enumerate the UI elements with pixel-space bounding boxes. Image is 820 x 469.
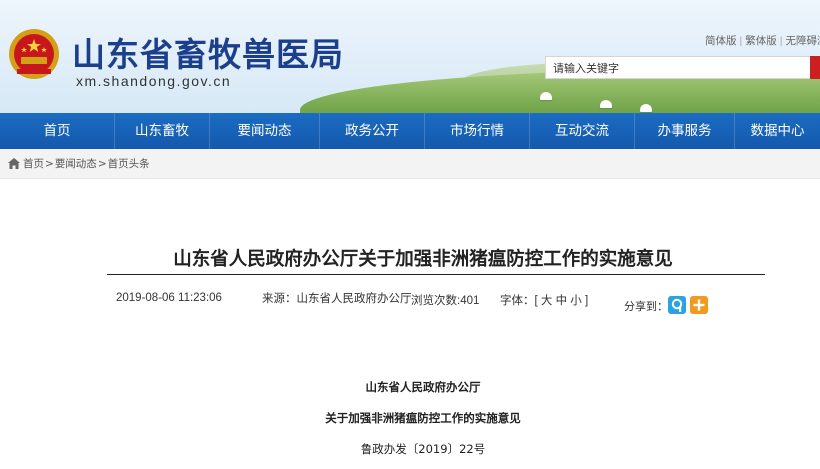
breadcrumb: 首页 > 要闻动态 > 首页头条 xyxy=(0,149,820,179)
top-links: 简体版|繁体版|无障碍浏 xyxy=(705,33,820,48)
share-more-icon[interactable] xyxy=(690,296,708,314)
nav-item-market[interactable]: 市场行情 xyxy=(425,113,530,149)
site-domain: xm.shandong.gov.cn xyxy=(76,73,232,89)
article-datetime: 2019-08-06 11:23:06 xyxy=(116,292,222,304)
nav-item-news[interactable]: 要闻动态 xyxy=(210,113,320,149)
simplified-link[interactable]: 简体版 xyxy=(705,35,737,47)
title-divider xyxy=(107,274,765,275)
yurt-icon xyxy=(600,100,612,108)
home-icon xyxy=(8,158,20,169)
share-label: 分享到： xyxy=(624,300,668,313)
share-qzone-icon[interactable] xyxy=(668,296,686,314)
yurt-icon xyxy=(540,92,552,100)
nav-item-home[interactable]: 首页 xyxy=(0,113,115,149)
nav-item-services[interactable]: 办事服务 xyxy=(635,113,735,149)
search-box xyxy=(545,56,815,80)
font-size-control[interactable]: 字体：[ 大 中 小 ] xyxy=(500,292,588,308)
breadcrumb-home[interactable]: 首页 xyxy=(23,156,44,171)
nav-item-shandong-husbandry[interactable]: 山东畜牧 xyxy=(115,113,210,149)
document-issuer: 山东省人民政府办公厅 xyxy=(365,380,481,394)
article-source: 来源：山东省人民政府办公厅 xyxy=(262,293,412,305)
article-title: 山东省人民政府办公厅关于加强非洲猪瘟防控工作的实施意见 xyxy=(173,249,673,270)
nav-item-interaction[interactable]: 互动交流 xyxy=(530,113,635,149)
breadcrumb-separator: > xyxy=(45,157,54,170)
nav-item-data-center[interactable]: 数据中心 xyxy=(735,113,820,149)
search-input[interactable] xyxy=(546,58,801,80)
view-count: 浏览次数:401 xyxy=(411,295,480,307)
traditional-link[interactable]: 繁体版 xyxy=(745,35,777,47)
breadcrumb-separator: > xyxy=(97,157,107,170)
nav-item-government-affairs[interactable]: 政务公开 xyxy=(320,113,425,149)
document-title: 关于加强非洲猪瘟防控工作的实施意见 xyxy=(325,411,521,425)
national-emblem-icon xyxy=(9,29,59,79)
document-number: 鲁政办发〔2019〕22号 xyxy=(360,442,486,456)
site-title[interactable]: 山东省畜牧兽医局 xyxy=(72,28,344,76)
accessibility-link[interactable]: 无障碍浏 xyxy=(785,35,820,47)
main-nav: 首页 山东畜牧 要闻动态 政务公开 市场行情 互动交流 办事服务 数据中心 xyxy=(0,113,820,149)
search-button[interactable] xyxy=(810,56,820,79)
breadcrumb-headlines[interactable]: 首页头条 xyxy=(108,156,150,171)
yurt-icon xyxy=(640,104,652,112)
site-header: 山东省畜牧兽医局 xm.shandong.gov.cn 简体版|繁体版|无障碍浏 xyxy=(0,0,820,113)
breadcrumb-news[interactable]: 要闻动态 xyxy=(55,156,97,171)
